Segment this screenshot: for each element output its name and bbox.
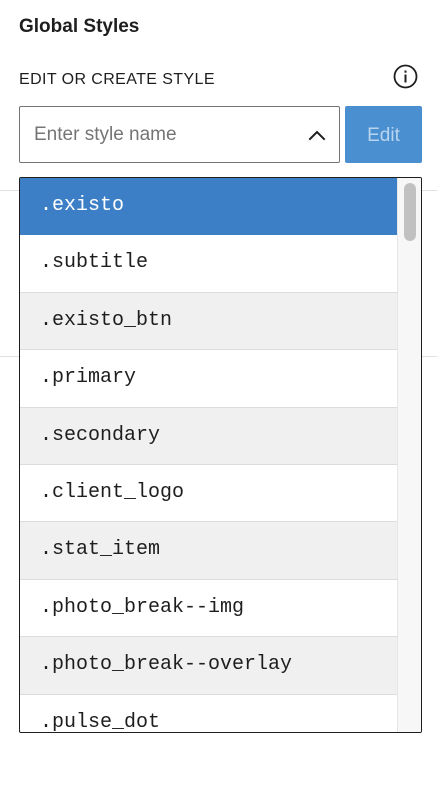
style-name-combobox[interactable] (19, 106, 340, 163)
info-icon[interactable] (393, 64, 418, 89)
edit-button[interactable]: Edit (345, 106, 422, 163)
style-options-list[interactable]: .existo .subtitle .existo_btn .primary .… (20, 178, 398, 732)
style-option[interactable]: .secondary (20, 407, 398, 465)
section-label: EDIT OR CREATE STYLE (19, 71, 215, 88)
style-option[interactable]: .photo_break--img (20, 580, 398, 638)
style-option[interactable]: .photo_break--overlay (20, 637, 398, 695)
style-option[interactable]: .stat_item (20, 522, 398, 580)
style-option[interactable]: .pulse_dot (20, 695, 398, 732)
style-option[interactable]: .primary (20, 350, 398, 408)
scrollbar-thumb[interactable] (404, 183, 416, 241)
chevron-up-icon[interactable] (306, 124, 328, 146)
style-option[interactable]: .existo (20, 178, 398, 236)
scrollbar-track[interactable] (397, 178, 421, 732)
style-option[interactable]: .subtitle (20, 235, 398, 293)
style-option[interactable]: .existo_btn (20, 292, 398, 351)
style-name-input[interactable] (34, 107, 294, 162)
style-suggestions-dropdown[interactable]: .existo .subtitle .existo_btn .primary .… (19, 177, 422, 733)
panel-title: Global Styles (19, 16, 140, 37)
style-option[interactable]: .client_logo (20, 465, 398, 523)
